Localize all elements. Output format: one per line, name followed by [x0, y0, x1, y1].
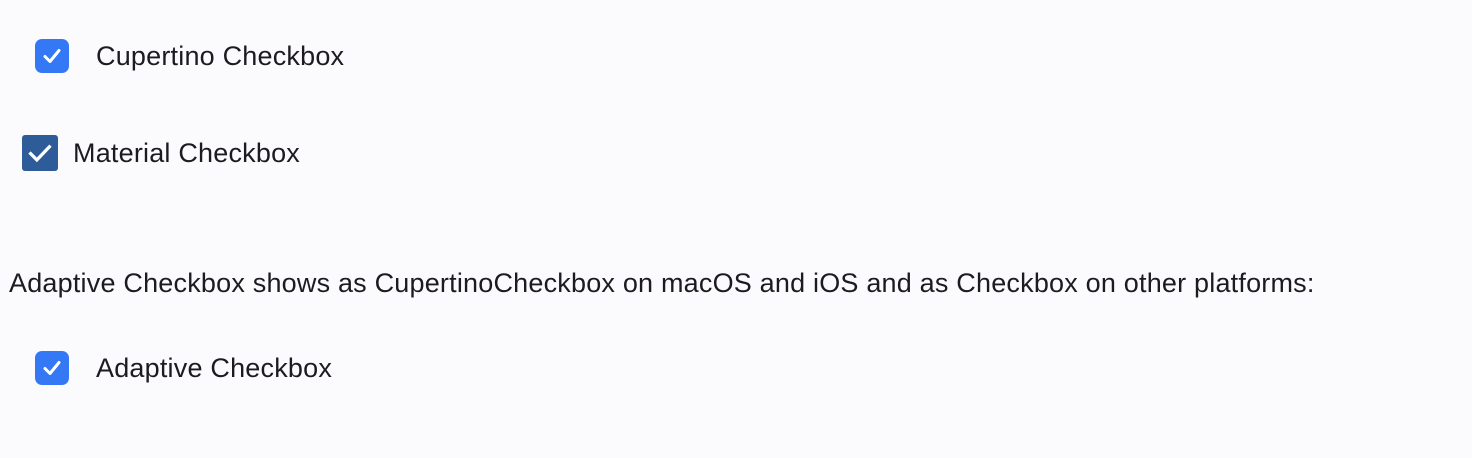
- material-checkbox[interactable]: [22, 135, 58, 171]
- cupertino-checkbox-row[interactable]: Cupertino Checkbox: [35, 39, 344, 73]
- cupertino-checkbox-label: Cupertino Checkbox: [96, 40, 345, 71]
- adaptive-checkbox[interactable]: [35, 351, 69, 385]
- adaptive-checkbox-row[interactable]: Adaptive Checkbox: [35, 351, 332, 385]
- material-checkbox-label: Material Checkbox: [73, 137, 300, 168]
- adaptive-description-text: Adaptive Checkbox shows as CupertinoChec…: [9, 268, 1315, 298]
- adaptive-checkbox-label: Adaptive Checkbox: [96, 352, 333, 383]
- cupertino-checkbox[interactable]: [35, 39, 69, 73]
- checkmark-icon: [28, 144, 52, 163]
- material-checkbox-row[interactable]: Material Checkbox: [22, 135, 300, 171]
- checkmark-icon: [43, 49, 61, 63]
- checkmark-icon: [43, 361, 61, 375]
